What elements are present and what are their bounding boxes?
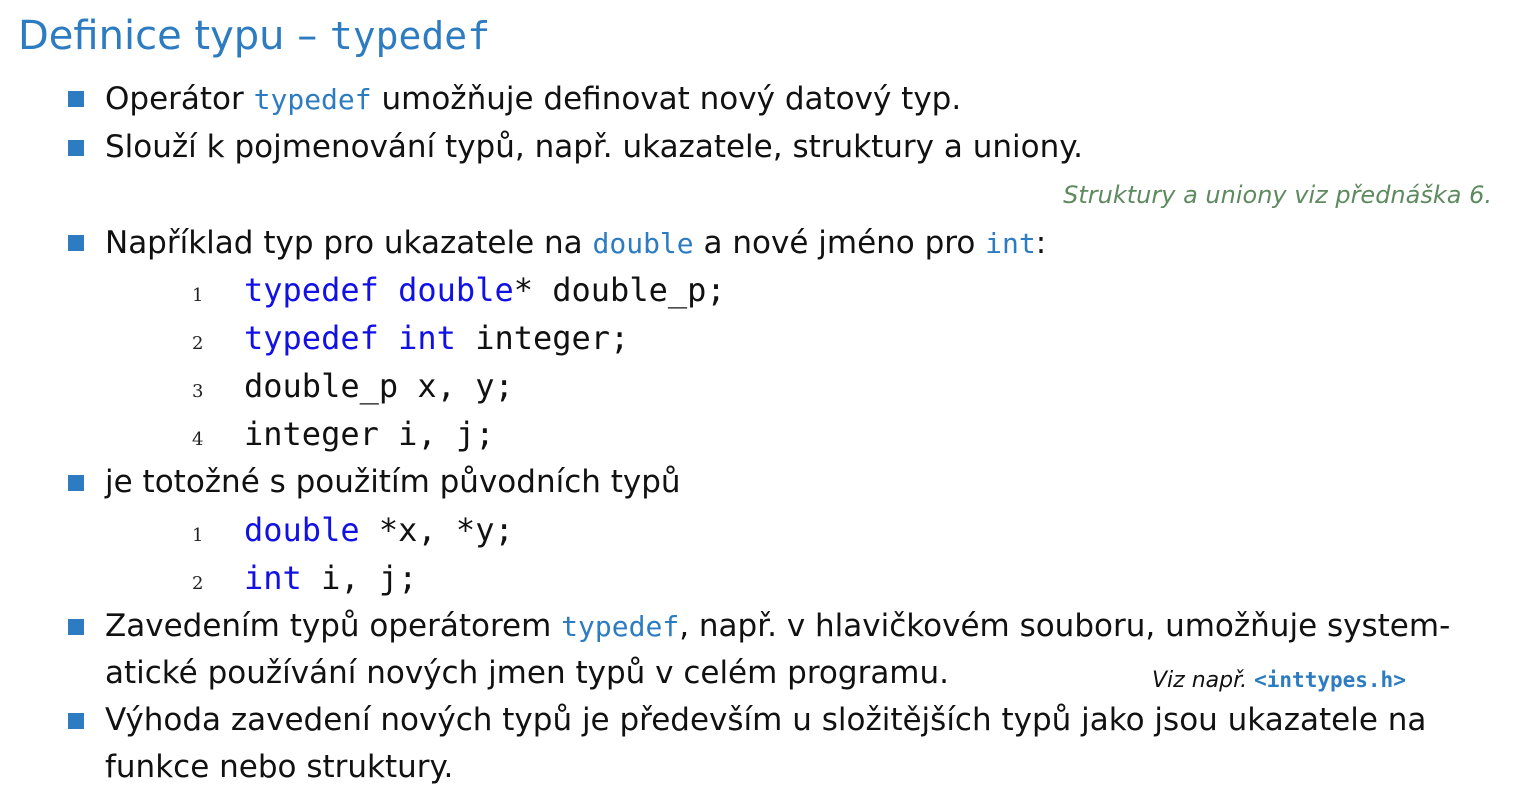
code-line-text: typedef int integer;	[244, 319, 629, 357]
code-line-number: 3	[192, 381, 204, 402]
code-line: 2 typedef int integer;	[192, 316, 629, 360]
see-note-header: <inttypes.h>	[1254, 668, 1406, 692]
code-line-number: 2	[192, 573, 204, 594]
code-line: 3 double_p x, y;	[192, 364, 514, 408]
code-keyword: typedef int	[244, 319, 456, 357]
bullet-5-line-2: atické používání nových jmen typů v celé…	[105, 653, 949, 693]
code-keyword: double	[244, 511, 360, 549]
bullet-marker-6	[68, 713, 84, 729]
bullet-marker-2	[68, 140, 84, 156]
code-line: 1 double *x, *y;	[192, 508, 514, 552]
code-rest: double_p x, y;	[244, 367, 514, 405]
bullet-marker-5	[68, 619, 84, 635]
bullet-3-keyword-double: double	[592, 227, 694, 260]
code-line-number: 1	[192, 525, 204, 546]
bullet-1-keyword: typedef	[253, 83, 372, 116]
code-rest: integer;	[455, 319, 630, 357]
code-line-number: 1	[192, 285, 204, 306]
bullet-5-line-2-text: atické používání nových jmen typů v celé…	[105, 655, 950, 691]
see-note-label: Viz např.	[1152, 668, 1248, 693]
code-rest: integer i, j;	[244, 415, 495, 453]
bullet-3-keyword-int: int	[985, 227, 1036, 260]
code-rest: * double_p;	[513, 271, 726, 309]
bullet-3: Například typ pro ukazatele na double a …	[105, 223, 1046, 264]
bullet-marker-1	[68, 91, 84, 107]
bullet-3-middle: a nové jméno pro	[703, 225, 976, 261]
bullet-5-after: , např. v hlavičkovém souboru, umožňuje …	[679, 608, 1451, 644]
bullet-5-before: Zavedením typů operátorem	[105, 608, 552, 644]
code-keyword: int	[244, 559, 302, 597]
bullet-3-before: Například typ pro ukazatele na	[105, 225, 583, 261]
bullet-6-line-1: Výhoda zavedení nových typů je především…	[105, 702, 1427, 738]
code-line-text: double_p x, y;	[244, 367, 514, 405]
bullet-5-keyword: typedef	[561, 610, 680, 643]
code-line-number: 4	[192, 429, 204, 450]
bullet-6-line-2-text: funkce nebo struktury.	[105, 749, 454, 785]
bullet-1-after: umožňuje definovat nový datový typ.	[381, 81, 962, 117]
structures-note: Struktury a uniony viz přednáška 6.	[1063, 181, 1492, 209]
code-keyword: typedef double	[244, 271, 514, 309]
bullet-marker-3	[68, 235, 84, 251]
see-note: Viz např. <inttypes.h>	[1152, 665, 1406, 696]
code-line: 2 int i, j;	[192, 556, 417, 600]
code-line-text: typedef double* double_p;	[244, 271, 726, 309]
code-line-text: double *x, *y;	[244, 511, 514, 549]
code-line: 4 integer i, j;	[192, 412, 494, 456]
code-line-number: 2	[192, 333, 204, 354]
title-text: Definice typu –	[18, 13, 318, 59]
bullet-marker-4	[68, 475, 84, 491]
bullet-4-text: je totožné s použitím původních typů	[105, 464, 681, 500]
bullet-5: Zavedením typů operátorem typedef, např.…	[105, 606, 1450, 647]
code-rest: i, j;	[301, 559, 418, 597]
code-line-text: int i, j;	[244, 559, 417, 597]
slide-title: Definice typu – typedef	[18, 10, 490, 62]
code-line-text: integer i, j;	[244, 415, 494, 453]
code-line: 1 typedef double* double_p;	[192, 268, 726, 312]
bullet-6: Výhoda zavedení nových typů je především…	[105, 700, 1426, 740]
bullet-6-line-2: funkce nebo struktury.	[105, 747, 453, 787]
title-code: typedef	[329, 14, 491, 58]
bullet-2: Slouží k pojmenování typů, např. ukazate…	[105, 127, 1083, 167]
bullet-1-before: Operátor	[105, 81, 244, 117]
bullet-1: Operátor typedef umožňuje definovat nový…	[105, 79, 961, 120]
code-rest: *x, *y;	[359, 511, 514, 549]
bullet-2-text: Slouží k pojmenování typů, např. ukazate…	[105, 129, 1083, 165]
bullet-4: je totožné s použitím původních typů	[105, 462, 681, 502]
bullet-3-after: :	[1035, 225, 1047, 261]
